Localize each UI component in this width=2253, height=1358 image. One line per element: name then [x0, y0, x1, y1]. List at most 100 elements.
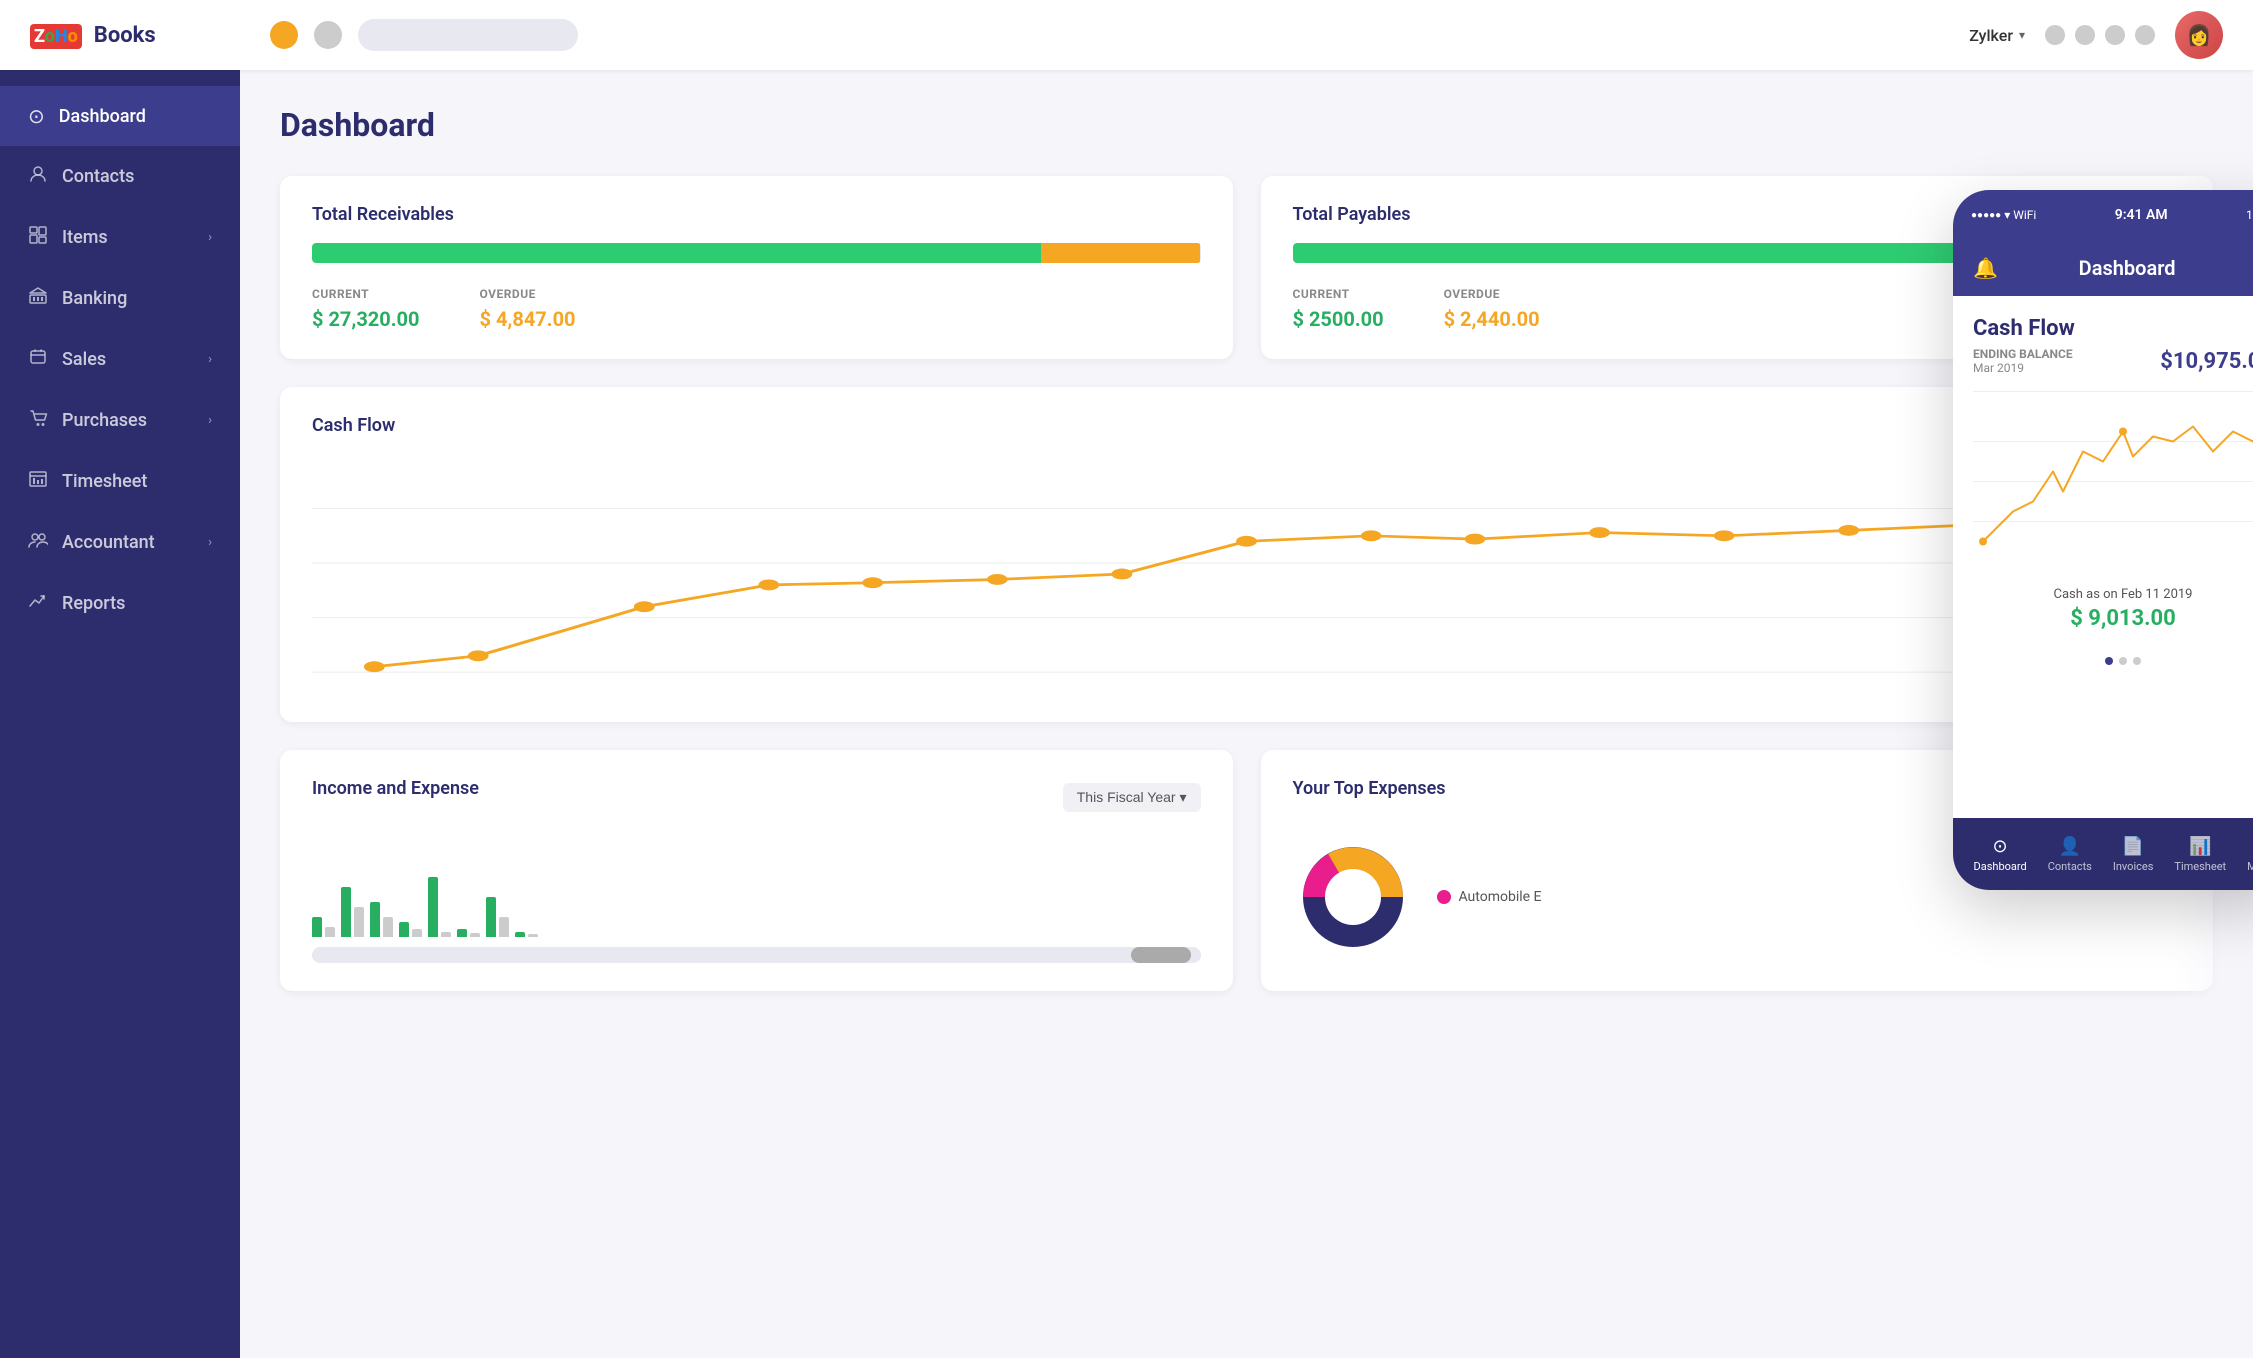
payables-overdue: OVERDUE $ 2,440.00	[1444, 287, 1540, 331]
receivables-overdue-value: $ 4,847.00	[480, 307, 576, 331]
receivables-current-label: CURRENT	[312, 287, 420, 301]
income-bars-chart	[312, 837, 1201, 937]
mobile-nav-timesheet[interactable]: 📊 Timesheet	[2174, 836, 2226, 873]
sidebar-item-label-banking: Banking	[62, 288, 127, 309]
page-title: Dashboard	[280, 106, 2213, 144]
mobile-nav-more-label: More	[2247, 860, 2253, 873]
mobile-nav-timesheet-icon: 📊	[2189, 836, 2211, 857]
mobile-balance-label: ENDING BALANCE	[1973, 347, 2073, 361]
legend-label-automobile: Automobile E	[1459, 889, 1542, 905]
fiscal-year-filter[interactable]: This Fiscal Year ▾	[1063, 783, 1201, 812]
purchases-arrow: ›	[208, 413, 212, 428]
mobile-nav-contacts[interactable]: 👤 Contacts	[2048, 836, 2092, 873]
mobile-cash-date: Cash as on Feb 11 2019	[1973, 587, 2253, 602]
mobile-cash-value: $ 9,013.00	[1973, 606, 2253, 631]
top-bar: ZoHo Books Zylker ▾ 👩	[0, 0, 2253, 70]
receivables-amounts: CURRENT $ 27,320.00 OVERDUE $ 4,847.00	[312, 287, 1201, 331]
mobile-nav-invoices[interactable]: 📄 Invoices	[2113, 836, 2154, 873]
income-expense-title: Income and Expense	[312, 778, 479, 799]
mobile-cash-info: Cash as on Feb 11 2019 $ 9,013.00	[1953, 571, 2253, 647]
items-icon	[28, 225, 48, 250]
mobile-chart-area	[1973, 391, 2253, 571]
sales-arrow: ›	[208, 352, 212, 367]
top-dot-3[interactable]	[2105, 25, 2125, 45]
top-dot-1[interactable]	[2045, 25, 2065, 45]
mobile-time: 9:41 AM	[2115, 207, 2168, 223]
income-scroll-area[interactable]	[312, 947, 1201, 963]
sidebar-item-label-reports: Reports	[62, 593, 125, 614]
accountant-icon	[28, 530, 48, 555]
income-expense-header: Income and Expense This Fiscal Year ▾	[312, 778, 1201, 817]
sidebar-item-sales[interactable]: Sales ›	[0, 329, 240, 390]
sidebar-item-label-accountant: Accountant	[62, 532, 155, 553]
mobile-bottom-nav: ⊙ Dashboard 👤 Contacts 📄 Invoices 📊 Time…	[1953, 818, 2253, 890]
mobile-header-title: Dashboard	[2079, 256, 2176, 280]
sidebar-item-accountant[interactable]: Accountant ›	[0, 512, 240, 573]
pie-legend: Automobile E	[1437, 889, 1542, 905]
payables-current: CURRENT $ 2500.00	[1293, 287, 1384, 331]
sidebar-item-label-purchases: Purchases	[62, 410, 147, 431]
mobile-nav-contacts-label: Contacts	[2048, 860, 2092, 873]
mobile-nav-dashboard[interactable]: ⊙ Dashboard	[1974, 836, 2027, 873]
org-dropdown-arrow: ▾	[2019, 28, 2025, 42]
search-bar[interactable]	[358, 19, 578, 51]
zoho-logo: ZoHo	[30, 23, 82, 48]
top-right: Zylker ▾ 👩	[1969, 11, 2223, 59]
mobile-dot-1[interactable]	[2105, 657, 2113, 665]
mobile-balance-value: $10,975.00	[2160, 349, 2253, 374]
mobile-bell-icon[interactable]: 🔔	[1973, 256, 1998, 280]
sidebar-item-items[interactable]: Items ›	[0, 207, 240, 268]
top-dot-2[interactable]	[2075, 25, 2095, 45]
user-avatar[interactable]: 👩	[2175, 11, 2223, 59]
cash-flow-title: Cash Flow	[312, 415, 2181, 436]
sidebar-item-banking[interactable]: Banking	[0, 268, 240, 329]
sidebar-item-contacts[interactable]: Contacts	[0, 146, 240, 207]
mobile-chart-svg	[1973, 392, 2253, 571]
sidebar-item-label-timesheet: Timesheet	[62, 471, 147, 492]
mobile-nav-dashboard-label: Dashboard	[1974, 860, 2027, 873]
cash-flow-chart: Cash as o Cash as o	[312, 454, 2181, 694]
payables-current-label: CURRENT	[1293, 287, 1384, 301]
top-dot-4[interactable]	[2135, 25, 2155, 45]
org-selector[interactable]: Zylker ▾	[1969, 26, 2025, 45]
payables-bar-green	[1293, 243, 2004, 263]
mobile-balance-row: ENDING BALANCE Mar 2019 $10,975.00	[1973, 347, 2253, 375]
mobile-mockup: ●●●●● ▾ WiFi 9:41 AM 100% 🔔 Dashboard ↻ …	[1953, 190, 2253, 890]
mobile-dot-2[interactable]	[2119, 657, 2127, 665]
items-arrow: ›	[208, 230, 212, 245]
mobile-section-title: Cash Flow	[1973, 316, 2253, 341]
mobile-nav-invoices-icon: 📄	[2122, 836, 2144, 857]
cash-flow-card: Cash Flow	[280, 387, 2213, 722]
sidebar-item-label-items: Items	[62, 227, 108, 248]
mobile-nav-timesheet-label: Timesheet	[2174, 860, 2226, 873]
sidebar-item-label-contacts: Contacts	[62, 166, 134, 187]
mobile-nav-more[interactable]: ··· More	[2247, 836, 2253, 873]
receivables-current-value: $ 27,320.00	[312, 307, 420, 331]
receivables-payables-row: Total Receivables CURRENT $ 27,320.00 OV…	[280, 176, 2213, 359]
sidebar-item-dashboard[interactable]: ⊙ Dashboard	[0, 86, 240, 146]
mobile-nav-contacts-icon: 👤	[2059, 836, 2081, 857]
timesheet-icon	[28, 469, 48, 494]
sidebar-item-label-sales: Sales	[62, 349, 106, 370]
mobile-dot-3[interactable]	[2133, 657, 2141, 665]
sales-icon	[28, 347, 48, 372]
reports-icon	[28, 591, 48, 616]
mobile-nav-invoices-label: Invoices	[2113, 860, 2154, 873]
mobile-battery: 100%	[2246, 208, 2253, 222]
income-expense-card: Income and Expense This Fiscal Year ▾	[280, 750, 1233, 991]
main-layout: ⊙ Dashboard Contacts Items › Banking	[0, 0, 2253, 1358]
sidebar-item-timesheet[interactable]: Timesheet	[0, 451, 240, 512]
banking-icon	[28, 286, 48, 311]
legend-automobile: Automobile E	[1437, 889, 1542, 905]
income-scroll-thumb[interactable]	[1131, 947, 1191, 963]
receivables-current: CURRENT $ 27,320.00	[312, 287, 420, 331]
receivables-overdue: OVERDUE $ 4,847.00	[480, 287, 576, 331]
window-button-gray[interactable]	[314, 21, 342, 49]
receivables-bar	[312, 243, 1201, 263]
payables-current-value: $ 2500.00	[1293, 307, 1384, 331]
sidebar-item-purchases[interactable]: Purchases ›	[0, 390, 240, 451]
window-button-yellow[interactable]	[270, 21, 298, 49]
receivables-bar-green	[312, 243, 1041, 263]
mobile-header: 🔔 Dashboard ↻	[1953, 240, 2253, 296]
sidebar-item-reports[interactable]: Reports	[0, 573, 240, 634]
